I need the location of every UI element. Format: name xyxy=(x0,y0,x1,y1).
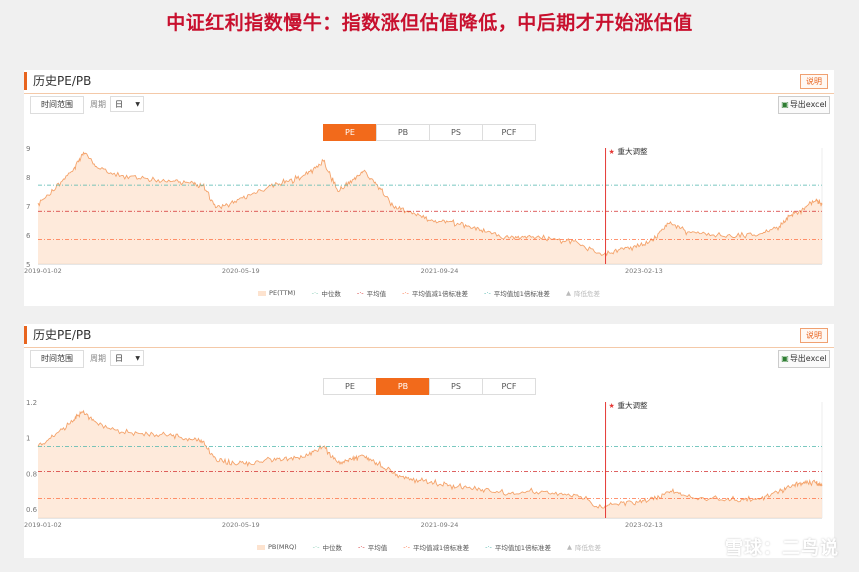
legend-item-mean-plus-sd[interactable]: -·- 平均值加1倍标准差 xyxy=(485,542,551,552)
x-tick-label: 2020-05-19 xyxy=(222,521,260,529)
pe-panel: 历史PE/PB 说明 时间范围 周期 日 ▼ ▣导出excel PE PB PS … xyxy=(24,70,834,306)
legend-item-hidden[interactable]: ▲ 降低危差 xyxy=(567,542,601,552)
legend-item-series[interactable]: PE(TTM) xyxy=(258,288,296,298)
legend-label: 平均值减1倍标准差 xyxy=(411,290,469,298)
period-select[interactable]: 日 ▼ xyxy=(110,96,144,112)
tab-pb[interactable]: PB xyxy=(376,378,430,395)
x-tick-label: 2019-01-02 xyxy=(24,521,62,529)
legend-swatch: -·- xyxy=(484,289,491,297)
pb-chart: 0.6 0.8 1 1.2 2019-01-02 2020-05-19 2021-09-24… xyxy=(24,399,823,529)
explain-button[interactable]: 说明 xyxy=(800,74,828,89)
legend-label: 降低危差 xyxy=(575,544,602,552)
legend-swatch: -·- xyxy=(312,543,320,551)
tab-pe[interactable]: PE xyxy=(323,124,377,141)
y-tick-label: 8 xyxy=(26,174,30,182)
legend-item-series[interactable]: PB(MRQ) xyxy=(256,542,297,552)
legend-label: 中位数 xyxy=(322,544,342,552)
tab-ps[interactable]: PS xyxy=(429,378,483,395)
watermark: 雪球：二鸟说 xyxy=(725,538,839,559)
event-star-icon: ★ xyxy=(609,148,615,156)
export-label: 导出excel xyxy=(789,100,827,109)
triangle-icon: ▲ xyxy=(565,289,571,297)
chart-legend: PB(MRQ) -·- 中位数 -·- 平均值 -·- 平均值减1倍标准差 -·- 平均… xyxy=(24,542,834,552)
legend-swatch: -·- xyxy=(403,543,410,551)
explain-button[interactable]: 说明 xyxy=(800,328,828,343)
legend-label: 平均值加1倍标准差 xyxy=(494,544,552,552)
series-area xyxy=(38,410,822,518)
x-tick-label: 2021-09-24 xyxy=(421,267,459,275)
legend-swatch xyxy=(258,290,267,296)
y-tick-label: 9 xyxy=(26,145,30,153)
excel-icon: ▣ xyxy=(781,100,789,109)
y-tick-label: 1.2 xyxy=(26,399,37,407)
period-label: 周期 xyxy=(90,354,106,363)
legend-item-median[interactable]: -·- 中位数 xyxy=(313,542,342,552)
excel-icon: ▣ xyxy=(781,354,789,363)
chevron-down-icon: ▼ xyxy=(135,101,140,108)
legend-item-mean-plus-sd[interactable]: -·- 平均值加1倍标准差 xyxy=(484,288,550,298)
triangle-icon: ▲ xyxy=(567,543,573,551)
legend-swatch: -·- xyxy=(356,289,364,297)
panel-title: 历史PE/PB xyxy=(24,326,91,344)
legend-label: PB(MRQ) xyxy=(267,543,297,551)
legend-item-mean-minus-sd[interactable]: -·- 平均值减1倍标准差 xyxy=(403,542,469,552)
legend-label: 平均值 xyxy=(366,290,387,298)
y-tick-label: 1 xyxy=(26,435,30,443)
pe-chart: 567892019-01-02 2020-05-19 2021-09-24 2023-… xyxy=(24,145,823,275)
time-range-button[interactable]: 时间范围 xyxy=(30,96,84,114)
x-tick-label: 2023-02-13 xyxy=(625,521,663,529)
legend-label: 降低危差 xyxy=(573,290,600,298)
legend-label: 平均值加1倍标准差 xyxy=(493,290,550,298)
legend-swatch xyxy=(256,544,265,550)
period-value: 日 xyxy=(115,354,123,363)
tab-pb[interactable]: PB xyxy=(376,124,430,141)
metric-tabs: PE PB PS PCF xyxy=(323,124,536,141)
y-tick-label: 0.6 xyxy=(26,506,38,514)
tab-pe[interactable]: PE xyxy=(323,378,377,395)
legend-swatch: -·- xyxy=(402,289,409,297)
tab-ps[interactable]: PS xyxy=(429,124,483,141)
period-value: 日 xyxy=(115,100,123,109)
y-tick-label: 0.8 xyxy=(26,470,37,478)
legend-label: 中位数 xyxy=(321,290,341,298)
tab-pcf[interactable]: PCF xyxy=(482,124,536,141)
legend-label: PE(TTM) xyxy=(269,289,296,297)
chart-legend: PE(TTM) -·- 中位数 -·- 平均值 -·- 平均值减1倍标准差 -·- 平均… xyxy=(24,288,834,298)
export-excel-button[interactable]: ▣导出excel xyxy=(778,350,830,368)
period-label: 周期 xyxy=(90,100,106,109)
legend-swatch: -·- xyxy=(311,289,319,297)
legend-item-hidden[interactable]: ▲ 降低危差 xyxy=(566,288,600,298)
x-tick-label: 2019-01-02 xyxy=(24,267,62,275)
x-tick-label: 2020-05-19 xyxy=(222,267,260,275)
tab-pcf[interactable]: PCF xyxy=(482,378,536,395)
panel-title: 历史PE/PB xyxy=(24,72,91,90)
time-range-button[interactable]: 时间范围 xyxy=(30,350,84,368)
export-excel-button[interactable]: ▣导出excel xyxy=(778,96,830,114)
legend-item-mean-minus-sd[interactable]: -·- 平均值减1倍标准差 xyxy=(402,288,468,298)
event-label: 重大调整 xyxy=(618,146,648,156)
pb-panel: 历史PE/PB 说明 时间范围 周期 日 ▼ ▣导出excel PE PB PS … xyxy=(24,324,834,558)
y-tick-label: 7 xyxy=(26,203,30,211)
legend-item-mean[interactable]: -·- 平均值 xyxy=(357,288,386,298)
event-label: 重大调整 xyxy=(618,400,648,410)
x-tick-label: 2021-09-24 xyxy=(421,521,459,529)
metric-tabs: PE PB PS PCF xyxy=(323,378,536,395)
x-tick-label: 2023-02-13 xyxy=(625,267,663,275)
period-select[interactable]: 日 ▼ xyxy=(110,350,144,366)
legend-label: 平均值 xyxy=(367,544,388,552)
legend-label: 平均值减1倍标准差 xyxy=(412,544,470,552)
title-divider xyxy=(24,347,834,348)
series-area xyxy=(38,152,822,264)
headline: 中证红利指数慢牛：指数涨但估值降低，中后期才开始涨估值 xyxy=(166,12,693,34)
event-star-icon: ★ xyxy=(609,402,615,410)
y-tick-label: 6 xyxy=(26,232,31,240)
legend-swatch: -·- xyxy=(485,543,492,551)
export-label: 导出excel xyxy=(789,354,827,363)
title-divider xyxy=(24,93,834,94)
legend-item-mean[interactable]: -·- 平均值 xyxy=(358,542,387,552)
legend-item-median[interactable]: -·- 中位数 xyxy=(312,288,341,298)
legend-swatch: -·- xyxy=(357,543,365,551)
chevron-down-icon: ▼ xyxy=(135,355,140,362)
